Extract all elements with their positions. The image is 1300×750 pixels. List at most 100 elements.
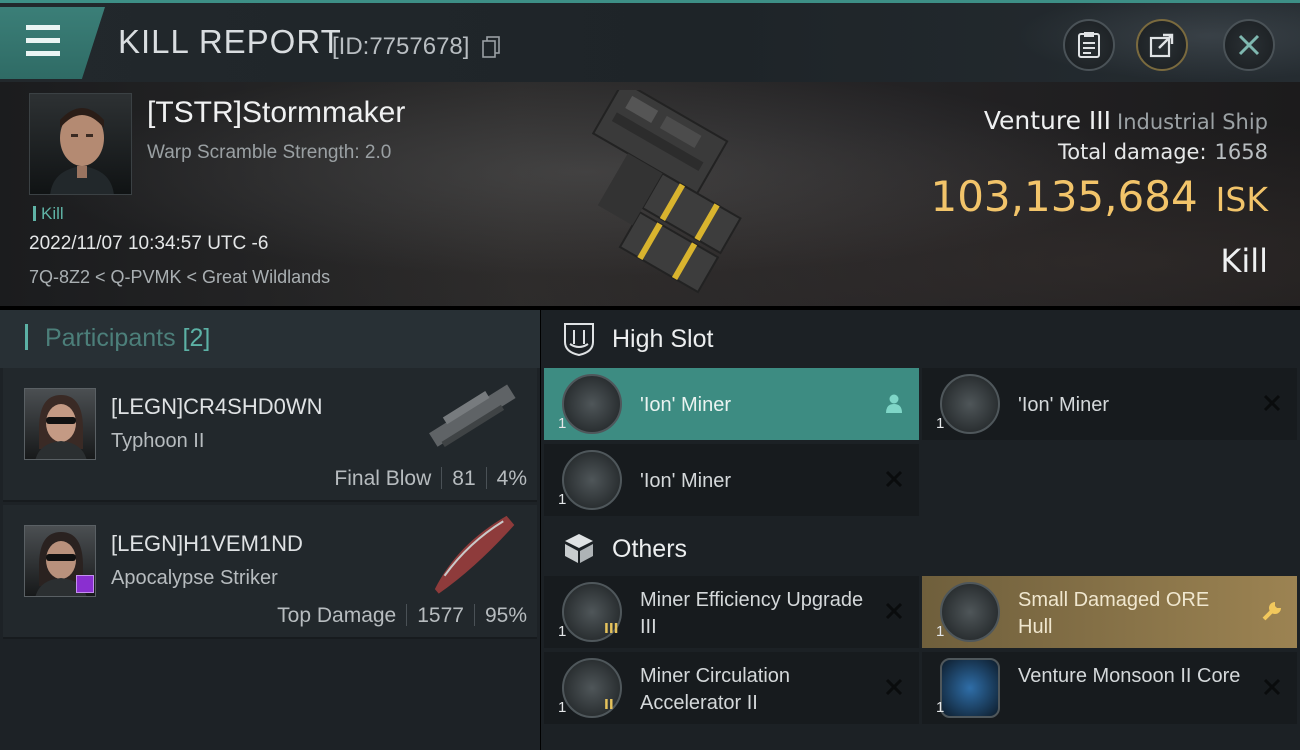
high-slot-title: High Slot [612,325,714,353]
stat-separator [485,467,487,489]
ship-class: Industrial Ship [1117,110,1268,134]
others-title: Others [612,535,688,563]
menu-button[interactable] [0,7,105,79]
module-quantity: 1 [558,699,567,716]
victim-ship-image[interactable] [530,90,770,300]
module-item[interactable]: II 1 Miner Circulation Accelerator II [544,652,919,724]
participant-ship-image[interactable] [417,513,527,595]
module-quantity: 1 [558,415,567,432]
module-item[interactable]: 1 'Ion' Miner [544,368,919,440]
participant-stats: Top Damage 1577 95% [277,604,527,628]
module-name: Miner Efficiency Upgrade III [640,589,864,638]
module-name: Miner Circulation Accelerator II [640,665,791,714]
ship-name: Venture III [983,106,1112,135]
kill-datetime: 2022/11/07 10:34:57 UTC -6 [29,233,269,254]
module-item[interactable]: 1 'Ion' Miner [922,368,1297,440]
others-header: Others [541,520,1300,578]
participant-portrait [35,395,87,459]
meta-level-badge: III [604,622,619,637]
participant-role: Top Damage [277,604,397,627]
menu-icon-bar [26,51,60,56]
isk-unit: ISK [1215,180,1268,219]
ship-core-icon [940,658,1000,718]
module-name: 'Ion' Miner [640,470,732,492]
kill-result: Kill [1220,242,1268,280]
participant-ship: Typhoon II [111,430,205,452]
participant-ship-image[interactable] [417,376,527,458]
destroyed-x-icon [885,602,903,620]
close-button[interactable] [1223,19,1275,71]
module-quantity: 1 [936,623,945,640]
stat-separator [441,467,443,489]
module-item[interactable]: 1 Venture Monsoon II Core [922,652,1297,724]
destroyed-x-icon [885,470,903,488]
participant-row[interactable]: [LEGN]CR4SHD0WN Typhoon II Final Blow 81 4… [3,368,537,502]
module-name: 'Ion' Miner [1018,394,1110,416]
destroyed-x-icon [885,678,903,696]
module-name: Small Damaged ORE Hull [1018,589,1210,638]
kill-tag: Kill [33,204,64,224]
participant-damage: 81 [452,467,476,490]
participant-ship: Apocalypse Striker [111,567,278,589]
cube-icon [565,534,593,563]
total-damage-label: Total damage: [1057,140,1207,164]
destroyed-x-icon [1263,678,1281,696]
participant-avatar[interactable] [24,388,96,460]
total-damage: Total damage: 1658 [1058,140,1268,164]
participant-percent: 4% [496,467,527,490]
fitting-panel: High Slot 1 'Ion' Miner 1 'Ion' Miner 1 … [541,310,1300,750]
header-bar: KILL REPORT [ID:7757678] [0,0,1300,85]
module-quantity: 1 [558,491,567,508]
miner-module-icon [562,374,622,434]
participant-name[interactable]: [LEGN]H1VEM1ND [111,531,303,557]
destroyed-x-icon [1263,394,1281,412]
pilot-icon [886,394,902,413]
share-icon [1149,33,1174,58]
participant-percent: 95% [484,604,527,627]
clipboard-button[interactable] [1063,19,1115,71]
module-item[interactable]: 1 Small Damaged ORE Hull [922,576,1297,648]
high-slot-icon [564,323,594,356]
miner-module-icon [940,374,1000,434]
victim-avatar [50,108,114,194]
participant-role: Final Blow [334,467,432,490]
high-slot-header: High Slot [541,310,1300,368]
share-button[interactable] [1136,19,1188,71]
clipboard-icon [1078,32,1100,58]
page-title: KILL REPORT [118,23,342,60]
module-quantity: 1 [936,699,945,716]
victim-portrait[interactable] [29,93,132,195]
report-id: [ID:7757678] [332,33,470,60]
module-quantity: 1 [936,415,945,432]
module-name: Venture Monsoon II Core [1018,665,1241,687]
warp-scramble-strength: Warp Scramble Strength: 2.0 [147,142,392,163]
miner-module-icon [562,450,622,510]
module-item[interactable]: 1 'Ion' Miner [544,444,919,516]
participants-panel: Participants [2] [LEGN]CR4SHD0WN Typhoon… [0,310,540,750]
participants-header: Participants [2] [0,310,540,368]
module-name: 'Ion' Miner [640,394,732,416]
module-item[interactable]: III 1 Miner Efficiency Upgrade III [544,576,919,648]
participant-name[interactable]: [LEGN]CR4SHD0WN [111,394,322,420]
menu-icon [26,25,60,30]
participants-title: Participants [2] [25,324,210,353]
copy-id-icon[interactable] [482,36,500,58]
isk-amount: 103,135,684 [930,172,1198,221]
stat-separator [473,604,475,626]
meta-level-badge: II [604,698,614,713]
participant-row[interactable]: [LEGN]H1VEM1ND Apocalypse Striker Top Da… [3,505,537,639]
kill-location[interactable]: 7Q-8Z2 < Q-PVMK < Great Wildlands [29,267,330,288]
isk-value: 103,135,684 ISK [930,172,1268,221]
participants-title-label: Participants [44,324,176,352]
module-quantity: 1 [558,623,567,640]
participants-count: [2] [182,324,211,352]
victim-ship[interactable]: Venture III Industrial Ship [984,106,1268,135]
close-icon [1238,34,1260,56]
menu-icon-bar [26,38,60,43]
participant-avatar[interactable] [24,525,96,597]
victim-name[interactable]: [TSTR]Stormmaker [147,96,405,130]
stat-separator [406,604,408,626]
hull-salvage-icon [940,582,1000,642]
participant-stats: Final Blow 81 4% [334,467,527,491]
participant-damage: 1577 [417,604,464,627]
